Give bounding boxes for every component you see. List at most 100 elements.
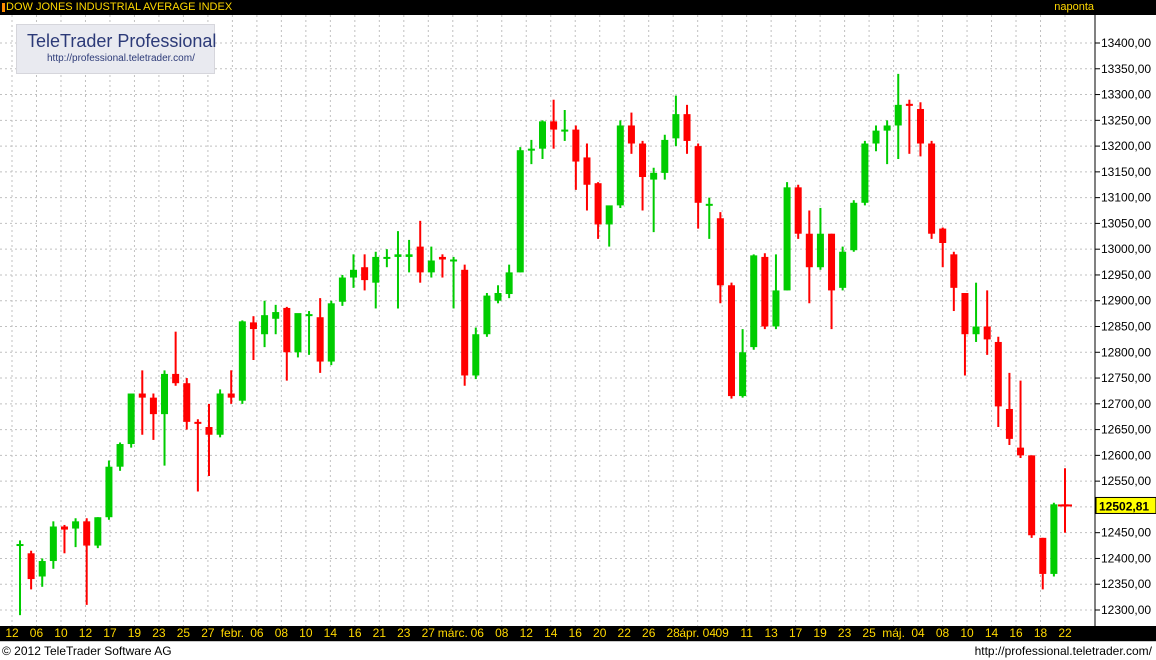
candle xyxy=(372,251,380,309)
copyright-text: © 2012 TeleTrader Software AG xyxy=(2,644,172,658)
candle-body xyxy=(550,121,558,130)
candle xyxy=(694,143,702,229)
candle-body xyxy=(183,383,191,422)
y-tick-label: 12700,00 xyxy=(1101,397,1151,411)
x-tick-label: 06 xyxy=(471,626,485,640)
y-tick-label: 13200,00 xyxy=(1101,139,1151,153)
candle-body xyxy=(38,561,46,577)
candle-body xyxy=(216,393,224,435)
candle xyxy=(94,517,102,549)
candle xyxy=(727,282,735,399)
candle xyxy=(172,331,180,386)
candle xyxy=(472,327,480,380)
candle xyxy=(983,290,991,355)
x-tick-label: 18 xyxy=(1034,626,1048,640)
candle xyxy=(249,316,257,361)
y-tick-label: 12750,00 xyxy=(1101,371,1151,385)
candle-body xyxy=(583,157,591,185)
candle xyxy=(594,182,602,239)
candle xyxy=(350,254,358,288)
candle xyxy=(872,125,880,152)
candle-body xyxy=(350,269,358,278)
footer-url[interactable]: http://professional.teletrader.com/ xyxy=(975,644,1152,658)
candle-body xyxy=(416,246,424,273)
candle xyxy=(27,550,35,590)
x-tick-label: 13 xyxy=(764,626,778,640)
x-tick-label: 22 xyxy=(1058,626,1072,640)
y-tick-label: 13100,00 xyxy=(1101,191,1151,205)
candle xyxy=(750,254,758,350)
candle-body xyxy=(594,183,602,225)
x-tick-label: 14 xyxy=(985,626,999,640)
candle-body xyxy=(1017,447,1025,456)
candle-body xyxy=(149,397,157,415)
y-tick-label: 12950,00 xyxy=(1101,268,1151,282)
y-tick-label: 12350,00 xyxy=(1101,577,1151,591)
x-tick-label: 09 xyxy=(715,626,729,640)
candle-body xyxy=(905,103,913,106)
candle-body xyxy=(772,290,780,327)
x-tick-label: 10 xyxy=(54,626,68,640)
candle-body xyxy=(272,312,280,319)
candle xyxy=(305,311,313,355)
x-tick-label: 08 xyxy=(495,626,509,640)
candle xyxy=(494,285,502,304)
candle-body xyxy=(1005,408,1013,439)
x-tick-label: 06 xyxy=(30,626,44,640)
candle-body xyxy=(972,326,980,335)
x-tick-label: 14 xyxy=(544,626,558,640)
candle xyxy=(361,254,369,291)
candle xyxy=(49,521,57,569)
candle-body xyxy=(605,205,613,225)
candle xyxy=(583,143,591,211)
candle xyxy=(772,254,780,330)
y-tick-label: 12900,00 xyxy=(1101,294,1151,308)
candle-body xyxy=(372,256,380,283)
logo-title: TeleTrader Professional xyxy=(27,31,217,51)
x-tick-label: 28 xyxy=(667,626,681,640)
x-tick-label: 25 xyxy=(177,626,191,640)
candle xyxy=(461,264,469,386)
candle xyxy=(916,102,924,157)
x-tick-label: 22 xyxy=(618,626,632,640)
candle-body xyxy=(739,352,747,397)
candle-body xyxy=(283,307,291,353)
x-tick-label: 20 xyxy=(593,626,607,640)
candle xyxy=(516,147,524,273)
candle-body xyxy=(505,272,513,295)
candle xyxy=(761,253,769,330)
candle-body xyxy=(361,267,369,281)
y-tick-label: 12650,00 xyxy=(1101,423,1151,437)
candle-body xyxy=(516,150,524,273)
footer: © 2012 TeleTrader Software AG http://pro… xyxy=(0,641,1156,660)
candle xyxy=(105,460,113,520)
candle-body xyxy=(238,321,246,401)
candle xyxy=(950,251,958,312)
candle-body xyxy=(939,228,947,243)
candle xyxy=(483,292,491,337)
x-tick-label: 19 xyxy=(813,626,827,640)
x-tick-label: máj. xyxy=(882,626,905,640)
candle-body xyxy=(205,427,213,435)
candlestick-chart[interactable]: 12300,0012350,0012400,0012450,0012500,00… xyxy=(0,15,1156,642)
x-tick-label: 21 xyxy=(373,626,387,640)
date-axis: 12 06 10 12 17 19 23 25 27 febr. 06 08 10 14 16 21 23 27 m… xyxy=(5,626,1072,640)
candle-body xyxy=(116,444,124,467)
candle-body xyxy=(316,317,324,362)
candle-body xyxy=(683,114,691,141)
candle xyxy=(272,304,280,335)
candle xyxy=(383,249,391,268)
candle xyxy=(850,200,858,252)
candle xyxy=(627,112,635,154)
candle xyxy=(205,403,213,476)
candle xyxy=(505,264,513,299)
candle-body xyxy=(627,125,635,144)
candle xyxy=(394,231,402,309)
candle-body xyxy=(49,526,57,562)
candle xyxy=(427,246,435,278)
candle-body xyxy=(994,341,1002,407)
candle xyxy=(794,184,802,239)
candle xyxy=(1028,455,1036,538)
candle-body xyxy=(928,143,936,234)
candle xyxy=(183,378,191,430)
